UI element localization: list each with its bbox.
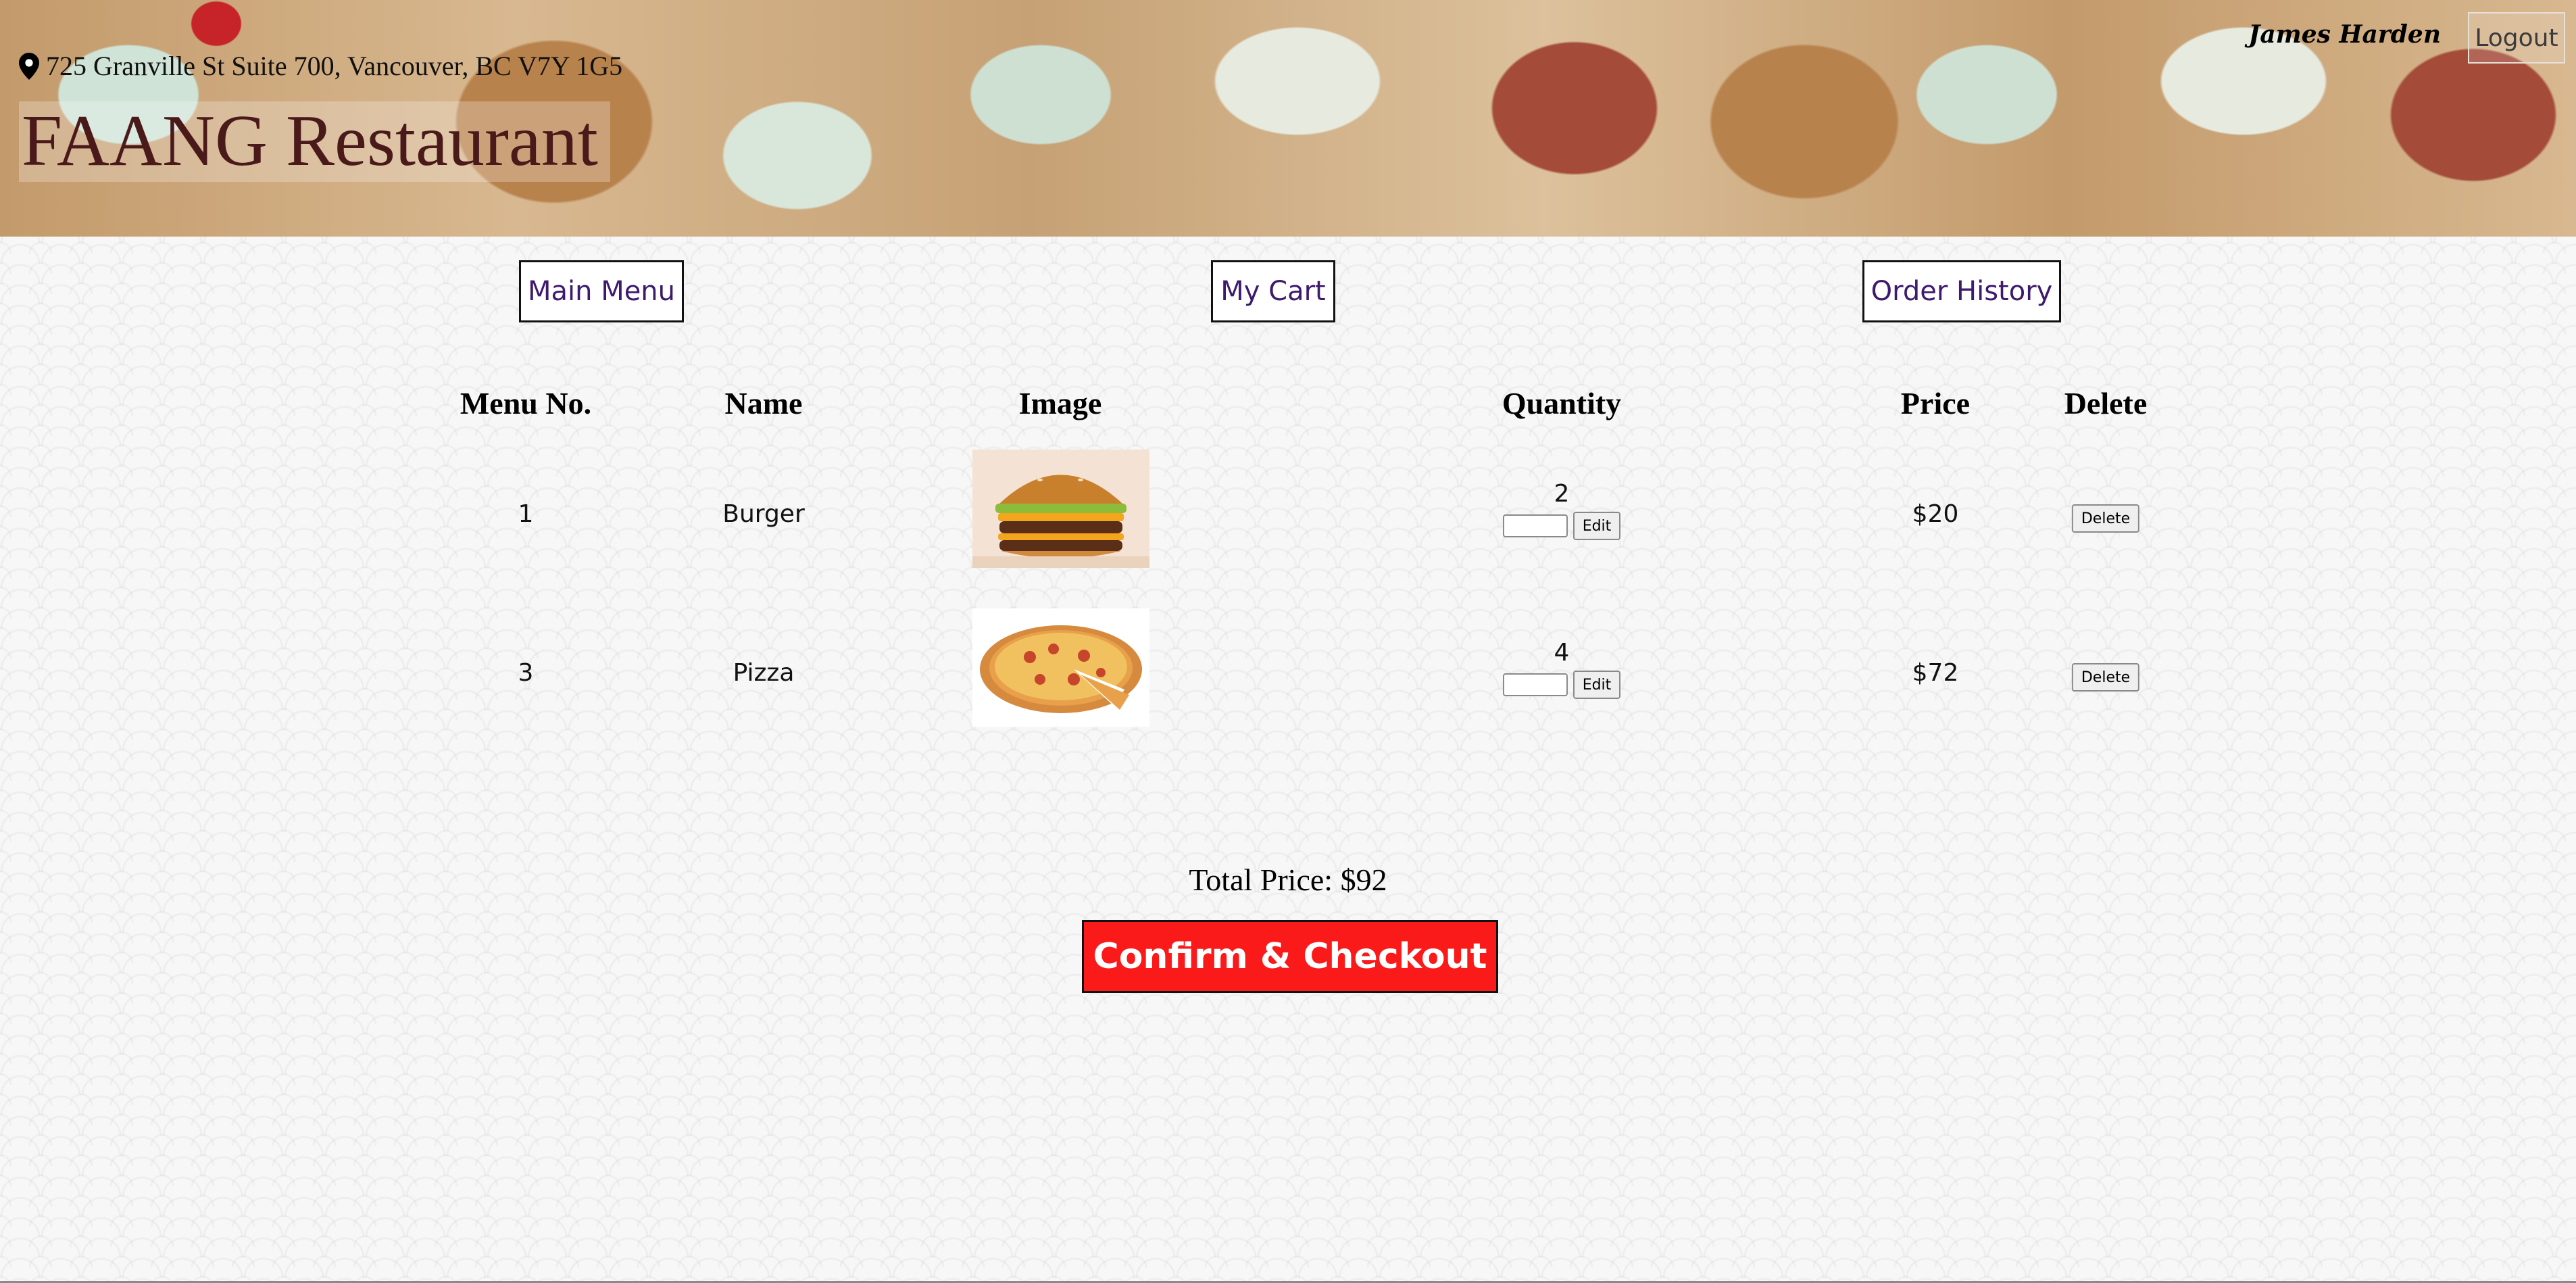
column-header-delete: Delete [2064,386,2148,420]
column-header-name: Name [724,386,803,420]
quantity-cell: 2 Edit [1487,480,1636,540]
edit-quantity-button[interactable]: Edit [1572,512,1621,540]
confirm-checkout-button[interactable]: Confirm & Checkout [1082,920,1498,993]
main-menu-button[interactable]: Main Menu [519,260,684,322]
address: 725 Granville St Suite 700, Vancouver, B… [19,50,622,82]
pizza-photo-icon [972,608,1149,727]
quantity-edit-row: Edit [1487,671,1636,699]
quantity-input[interactable] [1502,514,1568,537]
pizza-image [972,608,1149,727]
burger-photo-icon [972,450,1149,568]
address-text: 725 Granville St Suite 700, Vancouver, B… [46,51,623,81]
order-history-button[interactable]: Order History [1862,260,2061,322]
edit-quantity-button[interactable]: Edit [1572,671,1621,699]
quantity-cell: 4 Edit [1487,639,1636,699]
menu-no-cell: 1 [518,500,534,528]
logout-button[interactable]: Logout [2468,12,2565,64]
column-header-menu-no: Menu No. [460,386,592,420]
site-title: FAANG Restaurant [19,101,610,182]
delete-item-button[interactable]: Delete [2071,663,2140,692]
quantity-input[interactable] [1502,673,1568,696]
name-cell: Pizza [733,659,795,687]
my-cart-button[interactable]: My Cart [1211,260,1335,322]
quantity-value: 2 [1554,480,1570,508]
location-pin-icon [19,52,39,80]
quantity-edit-row: Edit [1487,512,1636,540]
price-cell: $20 [1912,500,1959,528]
name-cell: Burger [722,500,805,528]
total-price: Total Price: $92 [1189,863,1387,897]
user-name: James Harden [2248,20,2441,49]
column-header-quantity: Quantity [1502,386,1622,420]
price-cell: $72 [1912,659,1959,687]
column-header-image: Image [1018,386,1102,420]
delete-item-button[interactable]: Delete [2071,504,2140,533]
burger-image [972,450,1149,568]
column-header-price: Price [1900,386,1971,420]
quantity-value: 4 [1554,639,1570,667]
menu-no-cell: 3 [518,659,534,687]
header-banner: 725 Granville St Suite 700, Vancouver, B… [0,0,2576,237]
